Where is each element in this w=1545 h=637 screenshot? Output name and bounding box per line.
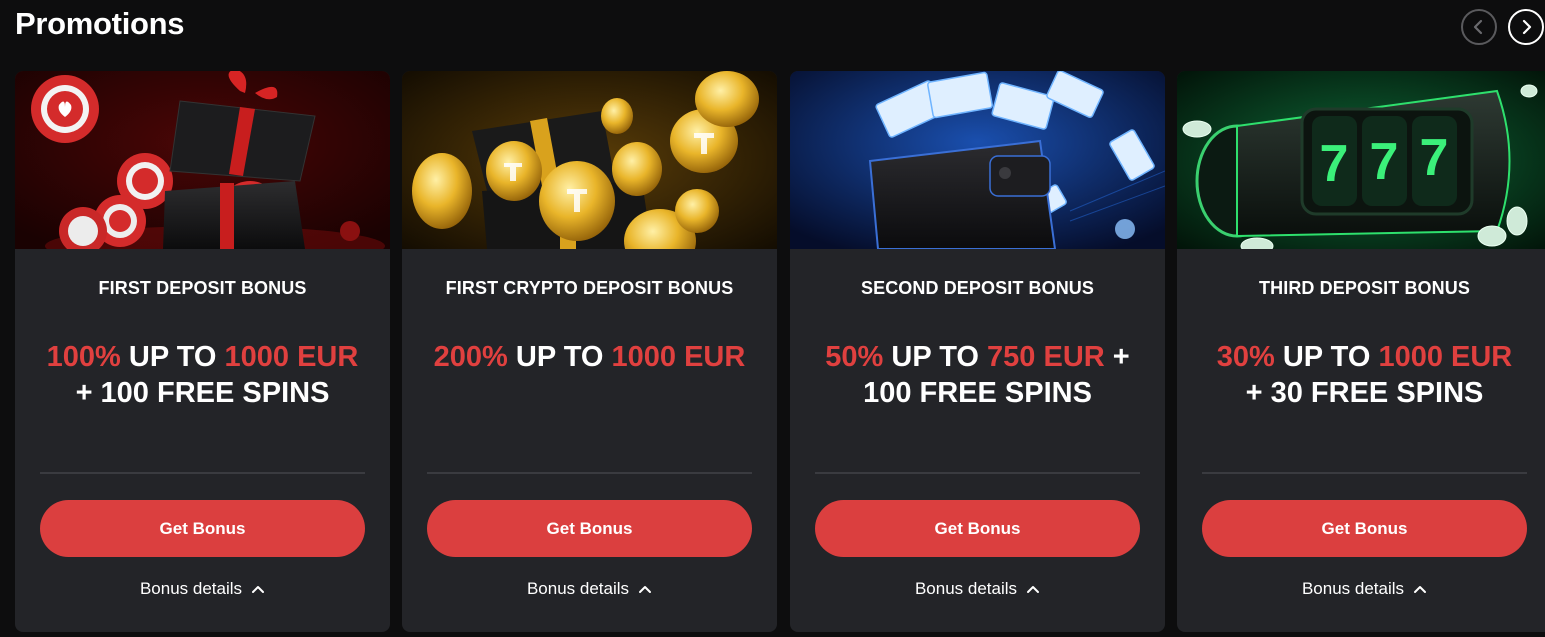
carousel-prev-button[interactable] [1461,9,1497,45]
bonus-details-label: Bonus details [914,579,1018,598]
offer-amount: 750 EUR [987,341,1105,373]
promo-card-first-deposit: FIRST DEPOSIT BONUS 100% UP TO 1000 EUR … [15,71,390,632]
offer-extra: + 100 FREE SPINS [75,377,330,409]
reel-1: 7 [1320,135,1349,193]
divider [815,472,1140,474]
offer-percent: 200% [433,341,508,373]
page-title: Promotions [15,6,185,41]
bonus-details-toggle[interactable]: Bonus details [15,577,390,601]
chevron-up-icon [1414,586,1427,593]
offer-amount: 1000 EUR [1378,341,1513,373]
bonus-details-toggle[interactable]: Bonus details [790,577,1165,601]
offer-amount: 1000 EUR [224,341,359,373]
get-bonus-button[interactable]: Get Bonus [815,500,1140,557]
offer-extra: + 30 FREE SPINS [1245,377,1484,409]
promo-offer: 50% UP TO 750 EUR + 100 FREE SPINS [820,339,1135,411]
bonus-details-label: Bonus details [139,579,243,598]
get-bonus-button[interactable]: Get Bonus [427,500,752,557]
divider [40,472,365,474]
chevron-up-icon [1027,586,1040,593]
chevron-up-icon [639,586,652,593]
promo-title: SECOND DEPOSIT BONUS [860,278,1095,298]
chevron-up-icon [252,586,265,593]
promo-offer: 30% UP TO 1000 EUR + 30 FREE SPINS [1207,339,1522,411]
reel-3: 7 [1420,129,1449,187]
reel-2: 7 [1370,133,1399,191]
promotions-header: Promotions [0,0,1545,60]
divider [427,472,752,474]
chevron-right-icon [1522,19,1532,35]
offer-text: UP TO [1274,341,1379,373]
promo-offer: 200% UP TO 1000 EUR [432,339,747,375]
promo-title: FIRST CRYPTO DEPOSIT BONUS [445,278,734,298]
offer-percent: 100% [46,341,121,373]
promo-card-second-deposit: SECOND DEPOSIT BONUS 50% UP TO 750 EUR +… [790,71,1165,632]
bonus-details-toggle[interactable]: Bonus details [402,577,777,601]
chevron-left-icon [1473,19,1483,35]
offer-text: UP TO [120,341,225,373]
offer-percent: 50% [825,341,884,373]
promo-image-wallet [790,71,1165,249]
carousel-next-button[interactable] [1508,9,1544,45]
promo-image-slot-machine: 7 7 7 [1177,71,1545,249]
bonus-details-toggle[interactable]: Bonus details [1177,577,1545,601]
get-bonus-button[interactable]: Get Bonus [40,500,365,557]
offer-amount: 1000 EUR [611,341,746,373]
bonus-details-label: Bonus details [526,579,630,598]
promo-card-third-deposit: 7 7 7 THIRD DEPOSIT BONUS 30% UP TO 1000… [1177,71,1545,632]
bonus-details-label: Bonus details [1301,579,1405,598]
divider [1202,472,1527,474]
offer-percent: 30% [1216,341,1275,373]
offer-text: UP TO [883,341,988,373]
promo-offer: 100% UP TO 1000 EUR + 100 FREE SPINS [45,339,360,411]
promo-title: FIRST DEPOSIT BONUS [98,278,307,298]
get-bonus-button[interactable]: Get Bonus [1202,500,1527,557]
promo-image-gold-coins [402,71,777,249]
promo-title: THIRD DEPOSIT BONUS [1259,278,1470,298]
promo-image-red-gift [15,71,390,249]
promo-card-first-crypto-deposit: FIRST CRYPTO DEPOSIT BONUS 200% UP TO 10… [402,71,777,632]
offer-text: UP TO [507,341,612,373]
